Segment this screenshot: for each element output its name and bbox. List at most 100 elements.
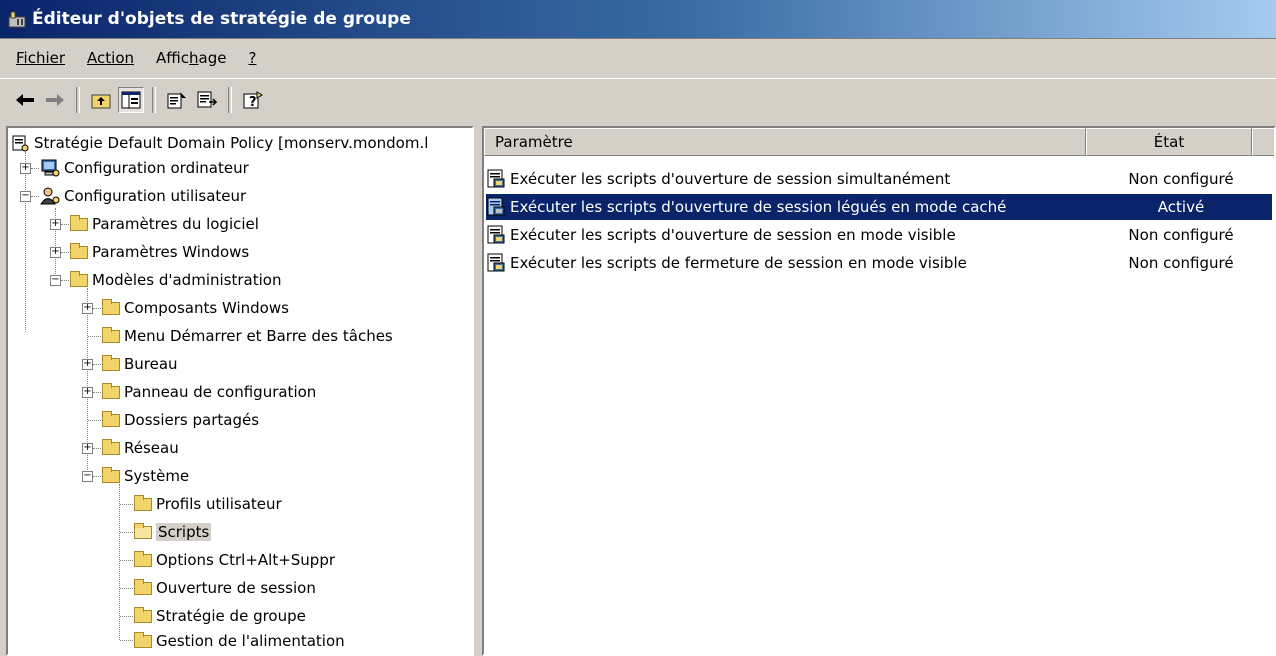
toolbar-separator <box>228 87 232 113</box>
menu-affichage[interactable]: Affichage <box>156 49 226 67</box>
computer-icon <box>40 159 60 177</box>
menu-bar: Fichier Action Affichage ? <box>0 38 1276 79</box>
tree-item-gestion-alimentation[interactable]: Gestion de l'alimentation <box>134 628 345 654</box>
tree-item-label: Réseau <box>124 439 179 457</box>
menu-help-label: ? <box>248 49 257 67</box>
tree-item-configuration-ordinateur[interactable]: Configuration ordinateur <box>40 155 249 181</box>
tree-line <box>120 560 133 561</box>
tree-item-label: Panneau de configuration <box>124 383 317 401</box>
expand-toggle[interactable]: + <box>82 443 93 454</box>
forward-button[interactable] <box>42 87 68 113</box>
setting-name: Exécuter les scripts de fermeture de ses… <box>510 254 967 272</box>
collapse-toggle[interactable]: − <box>20 191 31 202</box>
tree-item-menu-demarrer[interactable]: Menu Démarrer et Barre des tâches <box>102 323 393 349</box>
collapse-toggle[interactable]: − <box>50 275 61 286</box>
folder-icon <box>134 550 152 567</box>
tree-item-bureau[interactable]: Bureau <box>102 351 178 377</box>
tree-line <box>61 280 69 281</box>
properties-icon <box>167 92 186 109</box>
tree-line <box>93 448 101 449</box>
folder-icon <box>70 242 88 259</box>
folder-icon <box>102 354 120 371</box>
column-header-etat[interactable]: État <box>1086 128 1252 156</box>
details-list[interactable]: Paramètre État Exécuter les scripts d'ou… <box>482 126 1276 656</box>
show-hide-tree-button[interactable] <box>118 87 144 113</box>
policy-setting-icon <box>486 225 506 245</box>
setting-name: Exécuter les scripts d'ouverture de sess… <box>510 170 951 188</box>
setting-state: Non configuré <box>1128 226 1234 244</box>
expand-toggle[interactable]: + <box>20 163 31 174</box>
tree-item-strategie-groupe[interactable]: Stratégie de groupe <box>134 603 306 629</box>
tree-root[interactable]: Stratégie Default Domain Policy [monserv… <box>10 130 428 156</box>
tree-item-dossiers-partages[interactable]: Dossiers partagés <box>102 407 259 433</box>
expand-toggle[interactable]: + <box>50 219 61 230</box>
menu-help[interactable]: ? <box>249 49 257 67</box>
tree-item-label: Options Ctrl+Alt+Suppr <box>156 551 336 569</box>
tree-item-composants-windows[interactable]: Composants Windows <box>102 295 289 321</box>
policy-scroll-icon <box>10 134 30 152</box>
setting-state: Non configuré <box>1128 254 1234 272</box>
tree-item-parametres-windows[interactable]: Paramètres Windows <box>70 239 249 265</box>
folder-icon <box>102 466 120 483</box>
console-tree[interactable]: Stratégie Default Domain Policy [monserv… <box>6 126 474 656</box>
tree-item-label: Configuration ordinateur <box>64 159 249 177</box>
setting-state: Non configuré <box>1128 170 1234 188</box>
tree-item-label: Profils utilisateur <box>156 495 282 513</box>
tree-item-modeles-administration[interactable]: Modèles d'administration <box>70 267 281 293</box>
tree-item-panneau-configuration[interactable]: Panneau de configuration <box>102 379 316 405</box>
back-button[interactable] <box>12 87 38 113</box>
menu-fichier[interactable]: Fichier <box>16 49 65 67</box>
toolbar: ? <box>0 80 1276 120</box>
folder-icon <box>70 214 88 231</box>
tree-line <box>93 308 101 309</box>
tree-item-label: Composants Windows <box>124 299 289 317</box>
tree-item-scripts[interactable]: Scripts <box>134 519 212 545</box>
column-header-parametre[interactable]: Paramètre <box>484 128 1086 156</box>
tree-item-systeme[interactable]: Système <box>102 463 189 489</box>
tree-item-label: Système <box>124 467 190 485</box>
tree-item-label: Bureau <box>124 355 178 373</box>
up-one-level-button[interactable] <box>88 87 114 113</box>
tree-item-options-ctrl-alt-suppr[interactable]: Options Ctrl+Alt+Suppr <box>134 547 335 573</box>
title-bar[interactable]: Éditeur d'objets de stratégie de groupe <box>0 0 1276 38</box>
window-title: Éditeur d'objets de stratégie de groupe <box>32 9 411 29</box>
list-row[interactable]: Exécuter les scripts de fermeture de ses… <box>486 250 1272 276</box>
tree-item-reseau[interactable]: Réseau <box>102 435 179 461</box>
properties-button[interactable] <box>164 87 190 113</box>
toolbar-separator <box>152 87 156 113</box>
help-button[interactable]: ? <box>240 87 266 113</box>
tree-item-label: Paramètres Windows <box>92 243 250 261</box>
tree-item-label: Configuration utilisateur <box>64 187 247 205</box>
list-row-selected[interactable]: Exécuter les scripts d'ouverture de sess… <box>486 194 1272 220</box>
expand-toggle[interactable]: + <box>82 303 93 314</box>
policy-setting-icon <box>486 253 506 273</box>
expand-toggle[interactable]: + <box>82 359 93 370</box>
user-icon <box>40 187 60 205</box>
expand-toggle[interactable]: + <box>82 387 93 398</box>
expand-toggle[interactable]: + <box>50 247 61 258</box>
folder-icon <box>134 606 152 623</box>
column-header-filler <box>1252 128 1274 156</box>
tree-item-configuration-utilisateur[interactable]: Configuration utilisateur <box>40 183 246 209</box>
export-list-icon <box>197 91 217 108</box>
collapse-toggle[interactable]: − <box>82 471 93 482</box>
tree-item-profils-utilisateur[interactable]: Profils utilisateur <box>134 491 282 517</box>
tree-line <box>61 224 69 225</box>
tree-line <box>120 504 133 505</box>
export-list-button[interactable] <box>194 87 220 113</box>
tree-item-label: Menu Démarrer et Barre des tâches <box>124 327 393 345</box>
column-header-label: Paramètre <box>495 133 573 151</box>
tree-item-label: Stratégie de groupe <box>156 607 306 625</box>
tree-item-ouverture-session[interactable]: Ouverture de session <box>134 575 316 601</box>
tree-item-parametres-logiciel[interactable]: Paramètres du logiciel <box>70 211 259 237</box>
toolbar-separator <box>76 87 80 113</box>
menu-fichier-label: Fichier <box>16 49 66 67</box>
up-one-level-icon <box>91 94 111 109</box>
forward-arrow-icon <box>46 94 64 106</box>
tree-line <box>31 168 39 169</box>
menu-action[interactable]: Action <box>87 49 134 67</box>
list-row[interactable]: Exécuter les scripts d'ouverture de sess… <box>486 222 1272 248</box>
list-row[interactable]: Exécuter les scripts d'ouverture de sess… <box>486 166 1272 192</box>
tree-line <box>61 252 69 253</box>
folder-icon <box>102 410 120 427</box>
